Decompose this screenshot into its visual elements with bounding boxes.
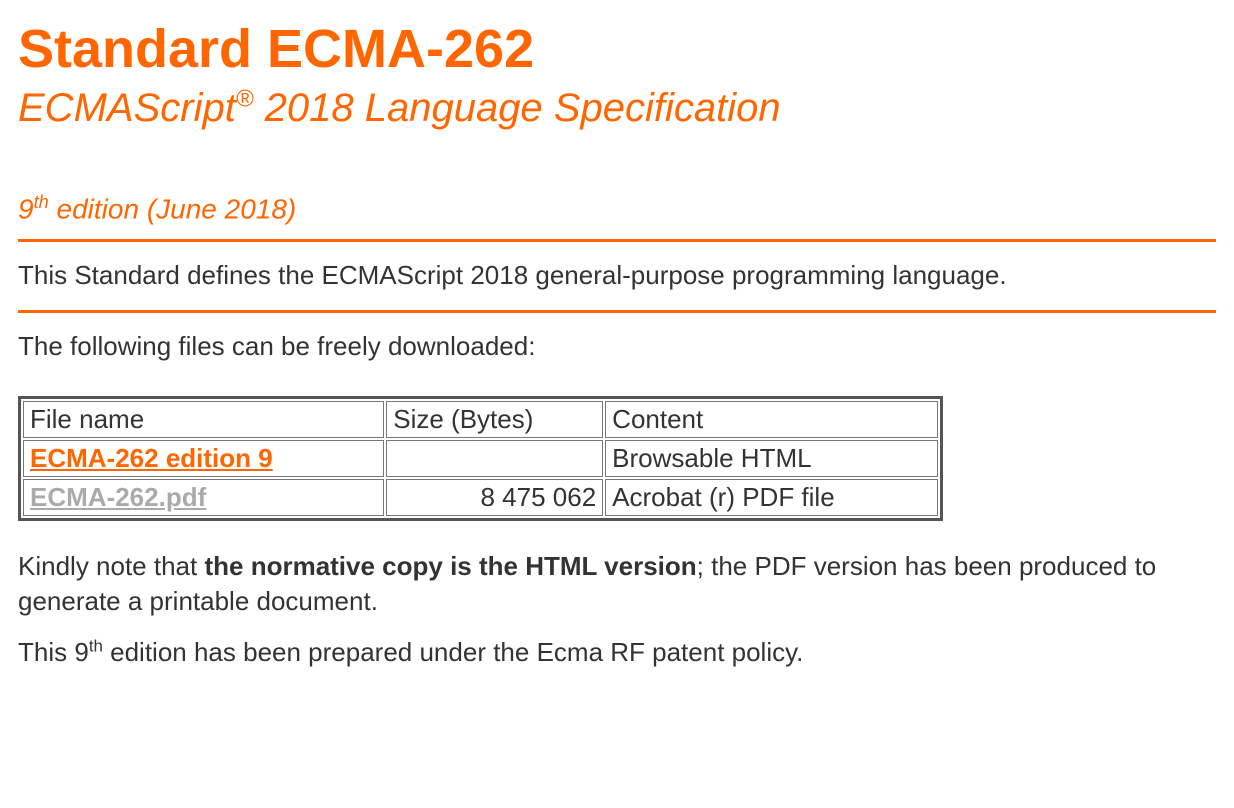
col-filename: File name [23,401,384,438]
patent-policy: This 9th edition has been prepared under… [18,635,1216,670]
note-bold: the normative copy is the HTML version [204,551,696,581]
edition-num: 9 [18,193,34,224]
col-content: Content [605,401,938,438]
intro-text: This Standard defines the ECMAScript 201… [18,258,1216,293]
table-row: ECMA-262.pdf 8 475 062 Acrobat (r) PDF f… [23,479,938,516]
table-header-row: File name Size (Bytes) Content [23,401,938,438]
policy-pre: This 9 [18,637,89,667]
cell-filename: ECMA-262 edition 9 [23,440,384,477]
page-subtitle: ECMAScript® 2018 Language Specification [18,84,1216,132]
edition-rest: edition (June 2018) [49,193,297,224]
subtitle-sup: ® [236,86,254,113]
page-title: Standard ECMA-262 [18,18,1216,80]
cell-filename: ECMA-262.pdf [23,479,384,516]
cell-content: Acrobat (r) PDF file [605,479,938,516]
divider [18,239,1216,242]
note-pre: Kindly note that [18,551,204,581]
subtitle-post: 2018 Language Specification [254,86,781,130]
download-intro: The following files can be freely downlo… [18,329,1216,364]
cell-content: Browsable HTML [605,440,938,477]
normative-note: Kindly note that the normative copy is t… [18,549,1216,619]
file-link[interactable]: ECMA-262.pdf [30,482,206,512]
table-row: ECMA-262 edition 9 Browsable HTML [23,440,938,477]
policy-sup: th [89,636,103,655]
col-size: Size (Bytes) [386,401,603,438]
cell-size: 8 475 062 [386,479,603,516]
edition-line: 9th edition (June 2018) [18,192,1216,225]
divider [18,310,1216,313]
cell-size [386,440,603,477]
edition-sup: th [34,192,49,212]
subtitle-pre: ECMAScript [18,86,236,130]
file-link[interactable]: ECMA-262 edition 9 [30,443,273,473]
policy-post: edition has been prepared under the Ecma… [103,637,804,667]
downloads-table: File name Size (Bytes) Content ECMA-262 … [18,396,943,521]
